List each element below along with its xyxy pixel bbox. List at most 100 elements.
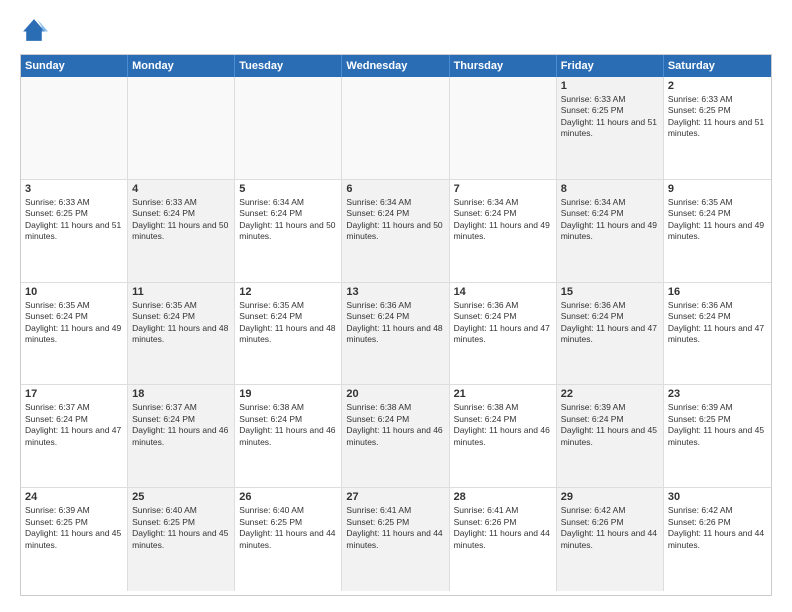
calendar-cell: 26 Sunrise: 6:40 AM Sunset: 6:25 PM Dayli… <box>235 488 342 591</box>
calendar-cell: 29 Sunrise: 6:42 AM Sunset: 6:26 PM Dayli… <box>557 488 664 591</box>
calendar-cell: 21 Sunrise: 6:38 AM Sunset: 6:24 PM Dayli… <box>450 385 557 487</box>
calendar-cell: 23 Sunrise: 6:39 AM Sunset: 6:25 PM Dayli… <box>664 385 771 487</box>
calendar-cell: 15 Sunrise: 6:36 AM Sunset: 6:24 PM Dayli… <box>557 283 664 385</box>
calendar-week-1: 1 Sunrise: 6:33 AM Sunset: 6:25 PM Daylig… <box>21 77 771 180</box>
day-number: 2 <box>668 80 767 92</box>
calendar-cell: 1 Sunrise: 6:33 AM Sunset: 6:25 PM Daylig… <box>557 77 664 179</box>
calendar-cell: 11 Sunrise: 6:35 AM Sunset: 6:24 PM Dayli… <box>128 283 235 385</box>
day-info: Sunrise: 6:41 AM Sunset: 6:25 PM Dayligh… <box>346 505 444 551</box>
calendar-cell <box>235 77 342 179</box>
day-info: Sunrise: 6:35 AM Sunset: 6:24 PM Dayligh… <box>25 300 123 346</box>
calendar-cell <box>128 77 235 179</box>
day-number: 15 <box>561 286 659 298</box>
day-number: 27 <box>346 491 444 503</box>
calendar-cell: 8Sunrise: 6:34 AM Sunset: 6:24 PM Daylig… <box>557 180 664 282</box>
calendar-cell <box>21 77 128 179</box>
calendar-cell <box>450 77 557 179</box>
calendar-cell <box>342 77 449 179</box>
day-number: 28 <box>454 491 552 503</box>
day-number: 22 <box>561 388 659 400</box>
day-info: Sunrise: 6:36 AM Sunset: 6:24 PM Dayligh… <box>668 300 767 346</box>
calendar-week-4: 17 Sunrise: 6:37 AM Sunset: 6:24 PM Dayli… <box>21 385 771 488</box>
calendar-cell: 12Sunrise: 6:35 AM Sunset: 6:24 PM Dayli… <box>235 283 342 385</box>
header-day-monday: Monday <box>128 55 235 77</box>
day-number: 24 <box>25 491 123 503</box>
calendar: SundayMondayTuesdayWednesdayThursdayFrid… <box>20 54 772 596</box>
day-number: 25 <box>132 491 230 503</box>
day-info: Sunrise: 6:39 AM Sunset: 6:25 PM Dayligh… <box>668 402 767 448</box>
day-number: 13 <box>346 286 444 298</box>
day-number: 11 <box>132 286 230 298</box>
day-info: Sunrise: 6:41 AM Sunset: 6:26 PM Dayligh… <box>454 505 552 551</box>
logo-icon <box>20 16 48 44</box>
day-info: Sunrise: 6:34 AM Sunset: 6:24 PM Dayligh… <box>561 197 659 243</box>
day-info: Sunrise: 6:33 AM Sunset: 6:25 PM Dayligh… <box>25 197 123 243</box>
calendar-cell: 17 Sunrise: 6:37 AM Sunset: 6:24 PM Dayli… <box>21 385 128 487</box>
day-number: 26 <box>239 491 337 503</box>
calendar-cell: 6 Sunrise: 6:34 AM Sunset: 6:24 PM Daylig… <box>342 180 449 282</box>
header-day-thursday: Thursday <box>450 55 557 77</box>
calendar-cell: 28 Sunrise: 6:41 AM Sunset: 6:26 PM Dayli… <box>450 488 557 591</box>
calendar-cell: 30Sunrise: 6:42 AM Sunset: 6:26 PM Dayli… <box>664 488 771 591</box>
day-info: Sunrise: 6:35 AM Sunset: 6:24 PM Dayligh… <box>132 300 230 346</box>
day-info: Sunrise: 6:36 AM Sunset: 6:24 PM Dayligh… <box>561 300 659 346</box>
day-number: 10 <box>25 286 123 298</box>
header-day-wednesday: Wednesday <box>342 55 449 77</box>
day-info: Sunrise: 6:33 AM Sunset: 6:25 PM Dayligh… <box>668 94 767 140</box>
day-info: Sunrise: 6:38 AM Sunset: 6:24 PM Dayligh… <box>454 402 552 448</box>
day-number: 17 <box>25 388 123 400</box>
day-number: 29 <box>561 491 659 503</box>
day-number: 23 <box>668 388 767 400</box>
day-info: Sunrise: 6:35 AM Sunset: 6:24 PM Dayligh… <box>668 197 767 243</box>
day-number: 3 <box>25 183 123 195</box>
header-day-friday: Friday <box>557 55 664 77</box>
day-info: Sunrise: 6:34 AM Sunset: 6:24 PM Dayligh… <box>346 197 444 243</box>
header-day-saturday: Saturday <box>664 55 771 77</box>
calendar-body: 1 Sunrise: 6:33 AM Sunset: 6:25 PM Daylig… <box>21 77 771 591</box>
day-number: 7 <box>454 183 552 195</box>
page: SundayMondayTuesdayWednesdayThursdayFrid… <box>0 0 792 612</box>
day-info: Sunrise: 6:40 AM Sunset: 6:25 PM Dayligh… <box>132 505 230 551</box>
day-info: Sunrise: 6:42 AM Sunset: 6:26 PM Dayligh… <box>561 505 659 551</box>
calendar-cell: 13 Sunrise: 6:36 AM Sunset: 6:24 PM Dayli… <box>342 283 449 385</box>
day-info: Sunrise: 6:34 AM Sunset: 6:24 PM Dayligh… <box>454 197 552 243</box>
calendar-cell: 4Sunrise: 6:33 AM Sunset: 6:24 PM Daylig… <box>128 180 235 282</box>
calendar-cell: 14Sunrise: 6:36 AM Sunset: 6:24 PM Dayli… <box>450 283 557 385</box>
day-info: Sunrise: 6:33 AM Sunset: 6:25 PM Dayligh… <box>561 94 659 140</box>
day-info: Sunrise: 6:37 AM Sunset: 6:24 PM Dayligh… <box>25 402 123 448</box>
logo <box>20 16 52 44</box>
day-info: Sunrise: 6:36 AM Sunset: 6:24 PM Dayligh… <box>346 300 444 346</box>
day-info: Sunrise: 6:34 AM Sunset: 6:24 PM Dayligh… <box>239 197 337 243</box>
calendar-cell: 25 Sunrise: 6:40 AM Sunset: 6:25 PM Dayli… <box>128 488 235 591</box>
day-number: 5 <box>239 183 337 195</box>
day-info: Sunrise: 6:40 AM Sunset: 6:25 PM Dayligh… <box>239 505 337 551</box>
header-day-tuesday: Tuesday <box>235 55 342 77</box>
calendar-cell: 20Sunrise: 6:38 AM Sunset: 6:24 PM Dayli… <box>342 385 449 487</box>
calendar-cell: 16Sunrise: 6:36 AM Sunset: 6:24 PM Dayli… <box>664 283 771 385</box>
day-number: 6 <box>346 183 444 195</box>
day-number: 1 <box>561 80 659 92</box>
day-info: Sunrise: 6:38 AM Sunset: 6:24 PM Dayligh… <box>346 402 444 448</box>
header <box>20 16 772 44</box>
day-info: Sunrise: 6:39 AM Sunset: 6:24 PM Dayligh… <box>561 402 659 448</box>
day-number: 30 <box>668 491 767 503</box>
calendar-cell: 7 Sunrise: 6:34 AM Sunset: 6:24 PM Daylig… <box>450 180 557 282</box>
calendar-cell: 24Sunrise: 6:39 AM Sunset: 6:25 PM Dayli… <box>21 488 128 591</box>
day-number: 9 <box>668 183 767 195</box>
calendar-week-2: 3 Sunrise: 6:33 AM Sunset: 6:25 PM Daylig… <box>21 180 771 283</box>
calendar-cell: 27 Sunrise: 6:41 AM Sunset: 6:25 PM Dayli… <box>342 488 449 591</box>
calendar-cell: 10 Sunrise: 6:35 AM Sunset: 6:24 PM Dayli… <box>21 283 128 385</box>
calendar-cell: 2 Sunrise: 6:33 AM Sunset: 6:25 PM Daylig… <box>664 77 771 179</box>
calendar-cell: 22 Sunrise: 6:39 AM Sunset: 6:24 PM Dayli… <box>557 385 664 487</box>
header-day-sunday: Sunday <box>21 55 128 77</box>
day-number: 4 <box>132 183 230 195</box>
calendar-cell: 18Sunrise: 6:37 AM Sunset: 6:24 PM Dayli… <box>128 385 235 487</box>
calendar-week-3: 10 Sunrise: 6:35 AM Sunset: 6:24 PM Dayli… <box>21 283 771 386</box>
day-info: Sunrise: 6:35 AM Sunset: 6:24 PM Dayligh… <box>239 300 337 346</box>
calendar-cell: 5 Sunrise: 6:34 AM Sunset: 6:24 PM Daylig… <box>235 180 342 282</box>
calendar-week-5: 24Sunrise: 6:39 AM Sunset: 6:25 PM Dayli… <box>21 488 771 591</box>
day-number: 18 <box>132 388 230 400</box>
day-number: 14 <box>454 286 552 298</box>
calendar-cell: 19Sunrise: 6:38 AM Sunset: 6:24 PM Dayli… <box>235 385 342 487</box>
day-number: 21 <box>454 388 552 400</box>
